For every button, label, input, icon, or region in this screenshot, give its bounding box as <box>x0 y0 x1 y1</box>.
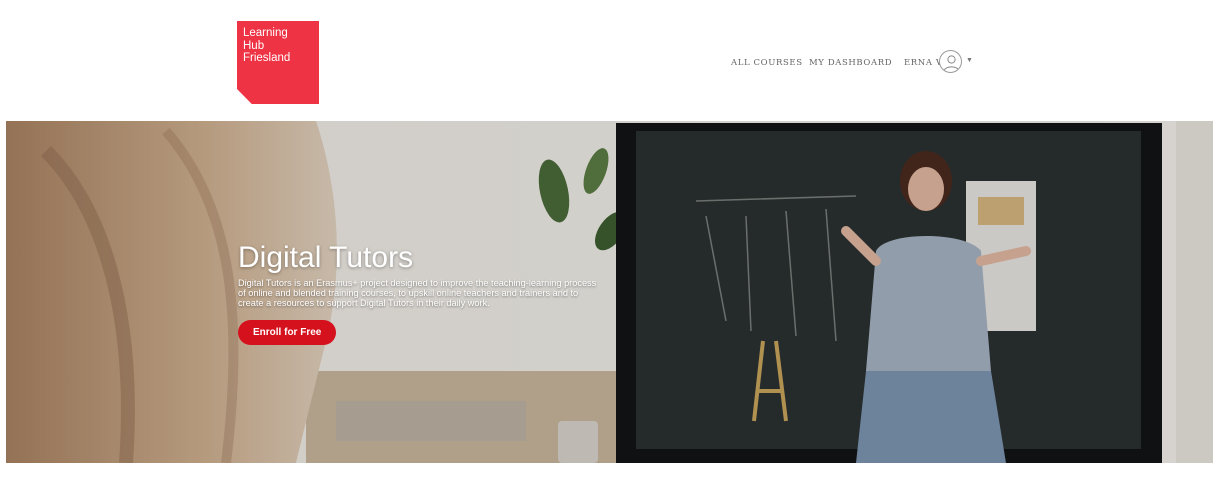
enroll-button[interactable]: Enroll for Free <box>238 320 337 346</box>
hero-content: Digital Tutors Digital Tutors is an Eras… <box>238 241 608 346</box>
hero-description: Digital Tutors is an Erasmus+ project de… <box>238 278 597 308</box>
logo-text-line-2: Hub <box>243 39 265 52</box>
logo-text-line-3: Friesland <box>243 52 291 64</box>
nav-my-dashboard[interactable]: MY DASHBOARD <box>809 58 892 68</box>
site-header: Learning Hub Friesland ALL COURSES MY DA… <box>0 0 1213 120</box>
hero-background-image <box>6 121 1213 463</box>
hero-title: Digital Tutors <box>238 241 414 274</box>
nav-user-menu[interactable]: ERNA V <box>904 58 943 68</box>
logo-text-line-1: Learning <box>243 27 288 39</box>
logo[interactable]: Learning Hub Friesland <box>237 21 319 104</box>
user-avatar-icon[interactable] <box>939 50 962 73</box>
hero-banner: Digital Tutors Digital Tutors is an Eras… <box>6 121 1213 463</box>
nav-all-courses[interactable]: ALL COURSES <box>731 58 803 68</box>
caret-down-icon[interactable]: ▼ <box>966 57 973 64</box>
